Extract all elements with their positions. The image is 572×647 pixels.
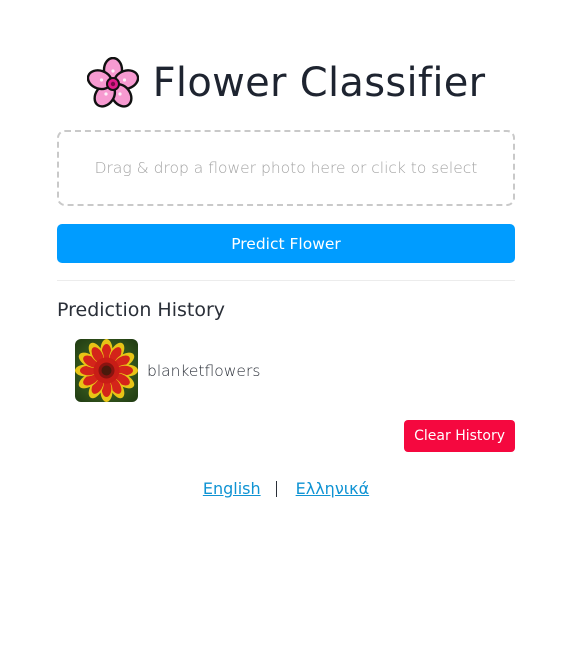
language-switcher: English Ελληνικά (57, 479, 515, 498)
history-item-label: blanketflowers (147, 361, 261, 380)
history-item: blanketflowers (75, 339, 515, 402)
language-link-english[interactable]: English (203, 479, 261, 498)
clear-history-button[interactable]: Clear History (404, 420, 515, 452)
language-link-greek[interactable]: Ελληνικά (296, 479, 370, 498)
page-header: Flower Classifier (57, 56, 515, 110)
app-container: Flower Classifier Drag & drop a flower p… (57, 0, 515, 498)
language-separator (275, 480, 277, 497)
section-divider (57, 280, 515, 281)
predict-flower-button[interactable]: Predict Flower (57, 224, 515, 263)
page-title: Flower Classifier (152, 60, 486, 106)
dropzone-text: Drag & drop a flower photo here or click… (94, 159, 478, 177)
history-heading: Prediction History (57, 299, 226, 321)
flower-thumbnail-image (75, 339, 138, 402)
cherry-blossom-icon (86, 57, 139, 108)
history-list: blanketflowers (57, 339, 515, 402)
clear-row: Clear History (57, 420, 515, 452)
photo-dropzone[interactable]: Drag & drop a flower photo here or click… (57, 130, 515, 206)
